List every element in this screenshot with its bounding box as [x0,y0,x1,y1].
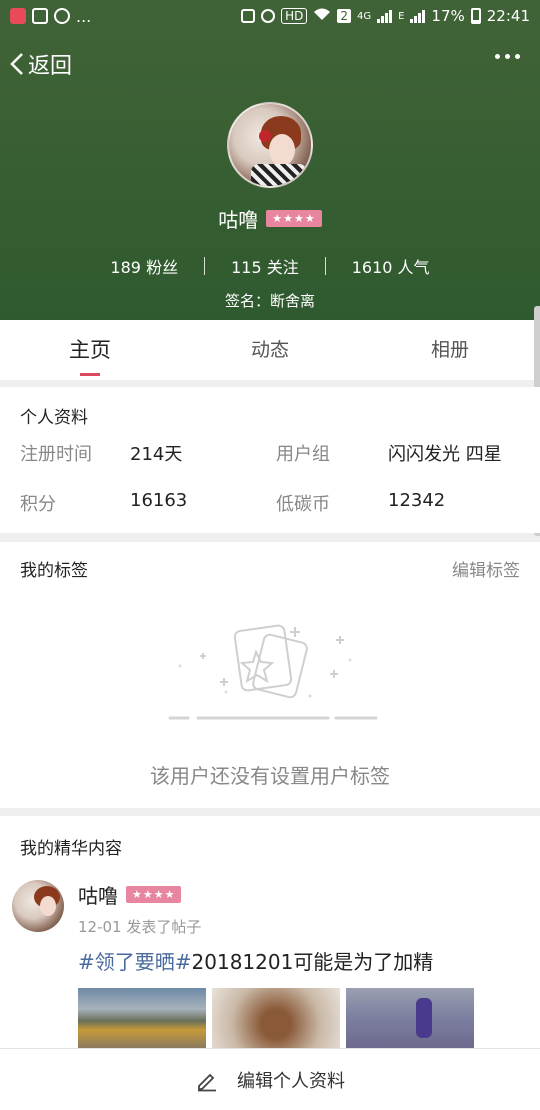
app-notification-icon [10,8,26,24]
edit-tags-link[interactable]: 编辑标签 [452,556,520,581]
tags-section: 我的标签 编辑标签 该用户还没有设置用户标签 [0,542,540,808]
tab-activity[interactable]: 动态 [180,320,360,380]
pencil-icon [198,1073,216,1091]
post-text[interactable]: #领了要晒#20181201可能是为了加精 [78,946,433,975]
sync-notification-icon [54,8,70,24]
back-label: 返回 [28,54,73,79]
field-label: 积分 [20,494,56,515]
signal-icon [377,9,393,23]
back-button[interactable]: 返回 [10,48,72,80]
edit-profile-button[interactable]: 编辑个人资料 [0,1048,540,1110]
empty-tags-message: 该用户还没有设置用户标签 [150,764,390,788]
field-label: 低碳币 [276,494,330,515]
tab-bar: 主页 动态 相册 [0,320,540,380]
clock: 22:41 [486,7,530,25]
section-title: 我的标签 [20,561,88,581]
tab-album[interactable]: 相册 [360,320,540,380]
profile-header: 返回 咕噜 ★★★★ 189 粉丝 115 关注 1610 人气 签名：断舍离 [0,32,540,320]
field-label: 用户组 [276,444,330,465]
more-notifications: ... [76,6,92,26]
stat-popularity[interactable]: 1610 人气 [326,254,456,278]
signal-icon-2 [410,9,426,23]
sim-badge: 2 [337,9,351,23]
battery-icon [470,8,481,24]
field-label: 注册时间 [20,444,92,465]
post-meta: 12-01 发表了帖子 [78,918,202,936]
divider [324,257,326,275]
battery-percent: 17% [431,7,465,25]
post-image[interactable] [346,988,474,1048]
network-type-2: E [398,10,405,22]
post-avatar[interactable] [12,880,64,932]
featured-section: 我的精华内容 咕噜 ★★★★ 12-01 发表了帖子 #领了要晒#2018120… [0,816,540,1048]
signature: 签名：断舍离 [224,292,315,310]
gallery-notification-icon [32,8,48,24]
level-badge: ★★★★ [266,210,322,227]
tab-home[interactable]: 主页 [0,320,180,380]
chevron-left-icon [10,53,23,75]
profile-section: 个人资料 注册时间 214天 用户组 闪闪发光 四星 积分 16163 低碳币 … [0,387,540,533]
post-image[interactable] [78,988,206,1048]
stats-row: 189 粉丝 115 关注 1610 人气 [0,254,540,278]
post-body: 20181201可能是为了加精 [191,950,434,974]
field-value: 214天 [130,444,183,465]
post-topic[interactable]: #领了要晒# [78,950,192,974]
field-value: 闪闪发光 四星 [388,444,502,465]
empty-tags-illustration [168,624,378,720]
username: 咕噜 [218,208,259,232]
section-title: 个人资料 [20,408,88,428]
lock-icon [241,9,256,23]
network-type: 4G [356,10,372,22]
section-title: 我的精华内容 [20,839,122,859]
divider [204,257,206,275]
level-badge: ★★★★ [126,886,182,903]
alarm-icon [261,9,276,23]
status-bar: ... HD 2 4G E 17% 22:41 [0,0,540,32]
field-value: 12342 [388,490,446,511]
stat-following[interactable]: 115 关注 [205,254,325,278]
post-image[interactable] [212,988,340,1048]
avatar[interactable] [227,102,313,188]
wifi-icon [313,7,331,25]
more-options-icon[interactable] [495,54,520,59]
stat-fans[interactable]: 189 粉丝 [84,254,204,278]
edit-profile-label: 编辑个人资料 [237,1070,345,1092]
field-value: 16163 [130,490,188,511]
hd-badge: HD [281,8,308,24]
post-author[interactable]: 咕噜 [78,880,118,909]
